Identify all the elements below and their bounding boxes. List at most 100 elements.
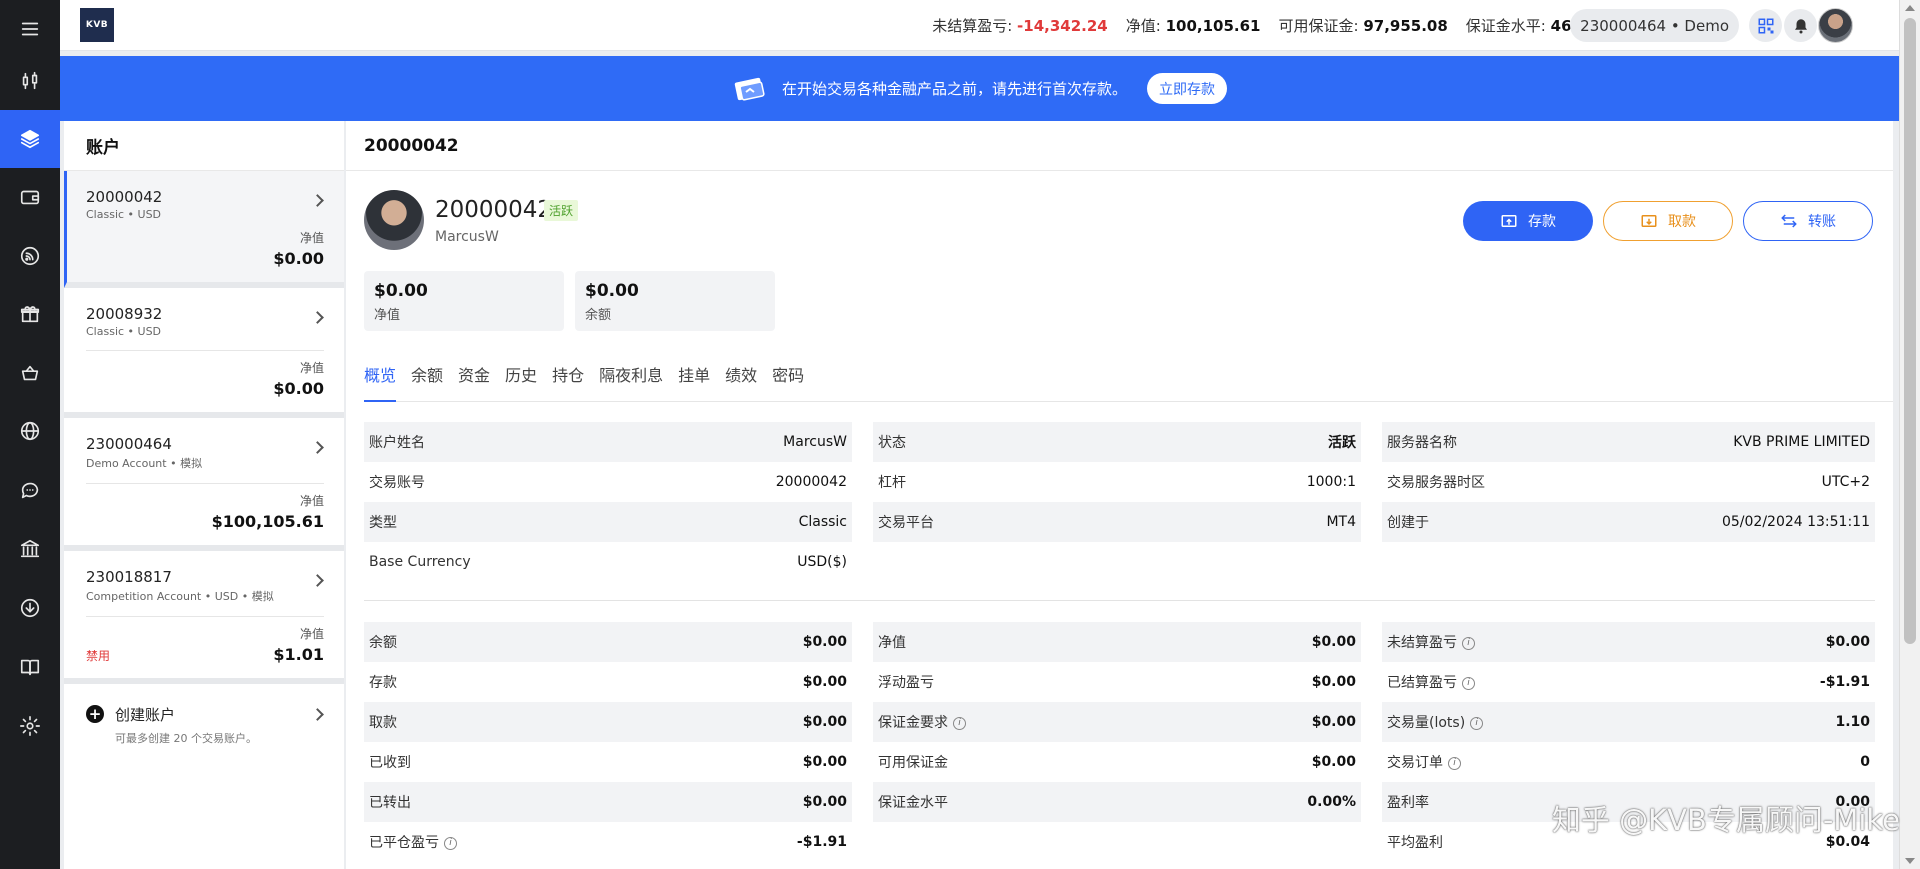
crown-basket-icon[interactable] <box>0 344 60 402</box>
account-type: Classic • USD <box>86 325 162 338</box>
withdraw-button[interactable]: 取款 <box>1603 201 1733 241</box>
info-row: 杠杆 1000:1 <box>878 474 1356 491</box>
info-column-2: 状态 活跃 杠杆 1000:1 交易平台 MT4 <box>873 422 1361 542</box>
info-row: 创建于 05/02/2024 13:51:11 <box>1382 502 1875 542</box>
top-bar: KVB 未结算盈亏: -14,342.24 净值: 100,105.61 可用保… <box>60 0 1899 51</box>
create-account-hint: 可最多创建 20 个交易账户。 <box>115 732 257 745</box>
account-stats: 未结算盈亏: -14,342.24 净值: 100,105.61 可用保证金: … <box>932 0 1634 51</box>
rss-icon[interactable] <box>0 227 60 285</box>
create-account-title: 创建账户 <box>115 706 176 724</box>
stat-row: 已收到 $0.00 <box>369 754 847 771</box>
finance-column-2: 净值 $0.00 浮动盈亏 $0.00 保证金要求 i $0.00 可用保证金 $0.00… <box>873 622 1361 822</box>
deposit-button[interactable]: 存款 <box>1463 201 1593 241</box>
tab-positions[interactable]: 持仓 <box>552 346 590 401</box>
user-avatar[interactable] <box>1818 8 1853 43</box>
net-value: $0.00 <box>273 379 324 398</box>
balance-summary-card: $0.00 余额 <box>575 271 775 331</box>
summary-label: 余额 <box>585 308 612 323</box>
account-card-230000464[interactable]: 230000464 Demo Account • 模拟 净值 $100,105.… <box>64 418 344 551</box>
settings-icon[interactable] <box>0 697 60 755</box>
stat-row: 已结算盈亏 i -$1.91 <box>1387 674 1870 691</box>
tab-pending-orders[interactable]: 挂单 <box>678 346 716 401</box>
summary-value: $0.00 <box>374 281 428 301</box>
transfer-button[interactable]: 转账 <box>1743 201 1873 241</box>
withdraw-label: 取款 <box>1668 214 1696 230</box>
candlestick-icon[interactable] <box>0 52 60 110</box>
transfer-label: 转账 <box>1808 214 1836 230</box>
qr-code-icon[interactable] <box>1749 9 1782 42</box>
gift-icon[interactable] <box>0 285 60 343</box>
account-card-230018817[interactable]: 230018817 Competition Account • USD • 模拟… <box>64 551 344 684</box>
account-switcher[interactable]: 230000464 • Demo <box>1570 9 1739 42</box>
stat-row: 交易量(lots) i 1.10 <box>1382 702 1875 742</box>
plus-icon: + <box>86 705 104 723</box>
status-badge: 活跃 <box>544 200 579 221</box>
account-type: Demo Account • 模拟 <box>86 457 203 470</box>
scroll-down-icon[interactable] <box>1905 858 1915 864</box>
info-row: 交易账号 20000042 <box>369 474 847 491</box>
stat-row: 已平仓盈亏 i -$1.91 <box>369 834 847 851</box>
profile-username: MarcusW <box>435 229 499 245</box>
scroll-thumb[interactable] <box>1904 18 1916 644</box>
deposit-banner: 在开始交易各种金融产品之前，请先进行首次存款。 立即存款 <box>60 56 1899 121</box>
net-label: 净值 <box>299 627 324 641</box>
account-card-20008932[interactable]: 20008932 Classic • USD 净值 $0.00 <box>64 288 344 418</box>
info-icon[interactable]: i <box>1470 716 1484 730</box>
kvb-logo[interactable]: KVB <box>80 8 114 42</box>
menu-icon[interactable] <box>0 0 60 58</box>
info-icon[interactable]: i <box>1448 756 1461 770</box>
stat-row: 保证金要求 i $0.00 <box>873 702 1361 742</box>
bell-icon[interactable] <box>1784 9 1817 42</box>
info-icon[interactable]: i <box>953 716 966 730</box>
accounts-panel: 账户 20000042 Classic • USD 净值 $0.00 20008… <box>64 121 344 869</box>
account-type: Classic • USD <box>86 208 162 221</box>
tab-swap[interactable]: 隔夜利息 <box>599 346 669 401</box>
net-value: $0.00 <box>273 249 324 268</box>
profile-account-number: 20000042 <box>435 197 553 223</box>
bank-icon[interactable] <box>0 520 60 578</box>
page-scrollbar[interactable] <box>1899 0 1920 869</box>
info-icon[interactable]: i <box>1462 676 1475 690</box>
account-number: 20008932 <box>86 305 163 323</box>
info-row: 账户姓名 MarcusW <box>364 422 852 462</box>
deposit-label: 存款 <box>1528 214 1556 230</box>
account-card-20000042[interactable]: 20000042 Classic • USD 净值 $0.00 <box>64 171 344 288</box>
account-number: 230000464 <box>86 435 172 453</box>
scroll-up-icon[interactable] <box>1905 5 1915 11</box>
stat-row: 浮动盈亏 $0.00 <box>878 674 1356 691</box>
tab-funds[interactable]: 资金 <box>458 346 496 401</box>
info-icon[interactable]: i <box>444 836 457 850</box>
info-row: Base Currency USD($) <box>369 554 847 570</box>
stat-row: 已转出 $0.00 <box>364 782 852 822</box>
layers-icon[interactable] <box>0 110 60 168</box>
stat-row: 取款 $0.00 <box>364 702 852 742</box>
chat-icon[interactable] <box>0 461 60 519</box>
tab-history[interactable]: 历史 <box>505 346 543 401</box>
net-value: $1.01 <box>273 645 324 664</box>
tab-balance[interactable]: 余额 <box>411 346 449 401</box>
book-icon[interactable] <box>0 638 60 696</box>
tab-performance[interactable]: 绩效 <box>725 346 763 401</box>
stat-row: 未结算盈亏 i $0.00 <box>1382 622 1875 662</box>
download-icon[interactable] <box>0 579 60 637</box>
summary-value: $0.00 <box>585 281 639 301</box>
stat-row: 净值 $0.00 <box>873 622 1361 662</box>
tab-overview[interactable]: 概览 <box>364 346 402 402</box>
deposit-now-button[interactable]: 立即存款 <box>1147 73 1227 104</box>
free-margin-stat: 可用保证金: 97,955.08 <box>1278 17 1448 35</box>
deposit-card-icon <box>734 77 765 101</box>
wallet-icon[interactable] <box>0 168 60 226</box>
info-row: 交易服务器时区 UTC+2 <box>1387 474 1870 491</box>
equity-summary-card: $0.00 净值 <box>364 271 564 331</box>
tab-password[interactable]: 密码 <box>772 346 810 401</box>
globe-icon[interactable] <box>0 402 60 460</box>
info-row: 服务器名称 KVB PRIME LIMITED <box>1382 422 1875 462</box>
equity-stat: 净值: 100,105.61 <box>1125 17 1261 35</box>
watermark: 知乎 @KVB专属顾问-Mike <box>1551 803 1900 837</box>
create-account-button[interactable]: + 创建账户 可最多创建 20 个交易账户。 <box>64 684 344 766</box>
info-icon[interactable]: i <box>1462 636 1475 650</box>
account-number: 230018817 <box>86 568 172 586</box>
stat-row: 余额 $0.00 <box>364 622 852 662</box>
info-column-3: 服务器名称 KVB PRIME LIMITED 交易服务器时区 UTC+2 创建于 0… <box>1382 422 1875 542</box>
stat-row: 存款 $0.00 <box>369 674 847 691</box>
